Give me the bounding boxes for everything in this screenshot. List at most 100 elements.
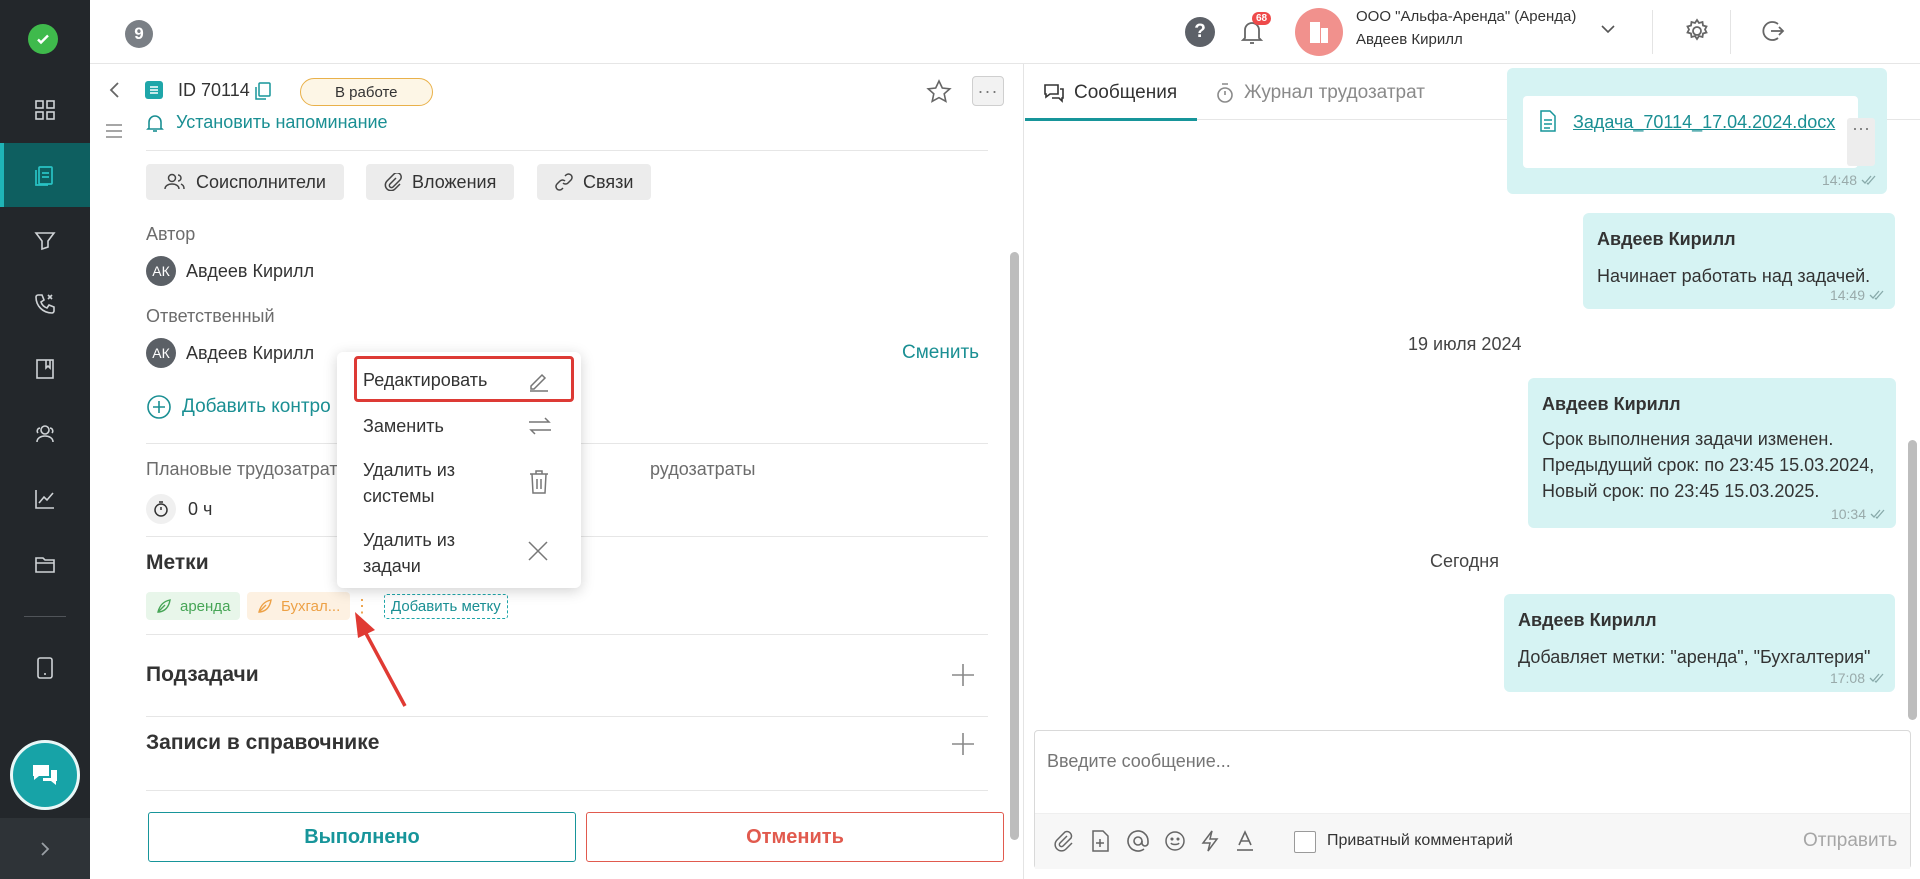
add-tag-button[interactable]: Добавить метку	[384, 594, 508, 619]
paperclip-icon[interactable]	[1053, 830, 1075, 852]
change-responsible-link[interactable]: Сменить	[902, 342, 979, 364]
menu-item-label: Удалить из	[363, 530, 456, 550]
nav-mobile[interactable]	[0, 636, 90, 700]
nav-files[interactable]	[0, 532, 90, 596]
gear-icon[interactable]	[1683, 17, 1711, 45]
links-label: Связи	[583, 171, 634, 192]
current-user-name[interactable]: Авдеев Кирилл	[1356, 31, 1463, 48]
attachments-label: Вложения	[412, 171, 497, 192]
top-bar: 9	[90, 0, 1920, 64]
tag-menu-kebab-icon[interactable]: ⋮	[353, 592, 371, 620]
message-input[interactable]	[1047, 751, 1887, 772]
file-name-link[interactable]: Задача_70114_17.04.2024.docx	[1573, 112, 1835, 133]
document-icon	[1539, 110, 1557, 132]
send-button[interactable]: Отправить	[1803, 830, 1897, 852]
tab-messages[interactable]: Сообщения	[1043, 82, 1177, 104]
back-arrow-icon[interactable]	[106, 80, 124, 100]
file-more-button[interactable]: ···	[1847, 118, 1875, 166]
book-icon	[31, 355, 59, 383]
menu-item-label: системы	[363, 486, 435, 506]
double-check-icon	[1869, 290, 1885, 300]
app-logo-check-icon[interactable]	[28, 24, 58, 54]
nav-contacts[interactable]	[0, 402, 90, 466]
nav-dashboard[interactable]	[0, 78, 90, 142]
rail-expand-button[interactable]	[0, 818, 90, 879]
users-icon	[164, 173, 186, 191]
message-author: Авдеев Кирилл	[1518, 610, 1657, 630]
org-name[interactable]: ООО "Альфа-Аренда" (Аренда)	[1356, 8, 1576, 25]
tag-arenda[interactable]: аренда	[146, 592, 241, 620]
responsible-row[interactable]: АК Авдеев Кирилл	[146, 338, 314, 368]
private-comment-label: Приватный комментарий	[1327, 832, 1513, 849]
add-controller-link[interactable]: Добавить контро	[146, 394, 331, 420]
author-row[interactable]: АК Авдеев Кирилл	[146, 256, 314, 286]
menu-item-edit[interactable]: Редактировать	[337, 362, 581, 398]
chat-support-button[interactable]	[10, 740, 80, 810]
tab-effort-log[interactable]: Журнал трудозатрат	[1215, 82, 1425, 104]
message-composer: Приватный комментарий Отправить	[1034, 730, 1911, 869]
menu-item-delete-from-task[interactable]: Удалить из задачи	[337, 524, 581, 582]
message-time: 14:48	[1822, 172, 1877, 188]
planned-effort-value[interactable]: 0 ч	[146, 494, 212, 524]
message-time: 14:49	[1830, 287, 1885, 303]
leaf-icon	[156, 598, 172, 614]
responsible-name: Авдеев Кирилл	[186, 342, 315, 363]
scrollbar[interactable]	[1010, 252, 1019, 840]
attachments-button[interactable]: Вложения	[366, 164, 515, 200]
rail-divider	[24, 616, 66, 617]
nav-knowledge[interactable]	[0, 337, 90, 401]
file-add-icon[interactable]	[1091, 830, 1111, 852]
author-name: Авдеев Кирилл	[186, 260, 315, 281]
emoji-icon[interactable]	[1164, 830, 1186, 852]
logout-icon[interactable]	[1758, 17, 1786, 45]
menu-item-label: Редактировать	[363, 370, 488, 390]
lightning-icon[interactable]	[1200, 830, 1220, 852]
divider	[146, 790, 988, 791]
hamburger-icon[interactable]	[104, 122, 124, 140]
star-icon[interactable]	[926, 79, 952, 105]
tag-buhgalteria[interactable]: Бухгал...	[247, 592, 351, 620]
cancel-task-button[interactable]: Отменить	[586, 812, 1004, 862]
status-badge[interactable]: В работе	[300, 78, 433, 106]
coexecutors-button[interactable]: Соисполнители	[146, 164, 344, 200]
building-icon	[1307, 19, 1331, 45]
complete-button[interactable]: Выполнено	[148, 812, 576, 862]
avatar: АК	[146, 256, 176, 286]
message-bubble: Авдеев Кирилл Добавляет метки: "аренда",…	[1504, 594, 1895, 692]
nav-reports[interactable]	[0, 467, 90, 531]
nav-calls[interactable]	[0, 272, 90, 336]
org-avatar[interactable]	[1295, 8, 1343, 56]
private-comment-checkbox[interactable]	[1294, 831, 1316, 853]
add-controller-label: Добавить контро	[182, 396, 331, 417]
scrollbar[interactable]	[1908, 440, 1917, 720]
task-type-icon	[145, 81, 163, 99]
double-check-icon	[1869, 673, 1885, 683]
more-options-button[interactable]: ···	[972, 76, 1004, 106]
add-subtask-plus-icon[interactable]	[950, 662, 976, 688]
links-button[interactable]: Связи	[537, 164, 652, 200]
reminder-label: Установить напоминание	[176, 112, 388, 132]
menu-item-replace[interactable]: Заменить	[337, 408, 581, 444]
chevron-down-icon[interactable]	[1600, 21, 1616, 37]
menu-item-delete-from-system[interactable]: Удалить из системы	[337, 454, 581, 512]
date-separator: Сегодня	[1430, 551, 1499, 571]
text-format-icon[interactable]	[1235, 830, 1255, 852]
help-button[interactable]: ?	[1185, 17, 1215, 47]
nav-tasks[interactable]	[0, 143, 90, 207]
message-time-text: 14:48	[1821, 172, 1857, 188]
add-record-plus-icon[interactable]	[950, 731, 976, 757]
set-reminder-link[interactable]: Установить напоминание	[146, 112, 388, 133]
active-tab-indicator	[1025, 118, 1197, 121]
tag-label: аренда	[180, 597, 231, 615]
close-icon	[527, 540, 549, 562]
leaf-icon	[257, 598, 273, 614]
nav-funnel[interactable]	[0, 208, 90, 272]
bell-icon	[146, 113, 164, 133]
file-attachment-card[interactable]: Задача_70114_17.04.2024.docx ···	[1523, 96, 1875, 168]
divider	[1652, 10, 1653, 54]
divider	[146, 716, 988, 717]
left-rail	[0, 0, 90, 879]
copy-icon[interactable]	[254, 81, 272, 101]
counter-badge[interactable]: 9	[125, 20, 153, 48]
mention-icon[interactable]	[1127, 830, 1149, 852]
